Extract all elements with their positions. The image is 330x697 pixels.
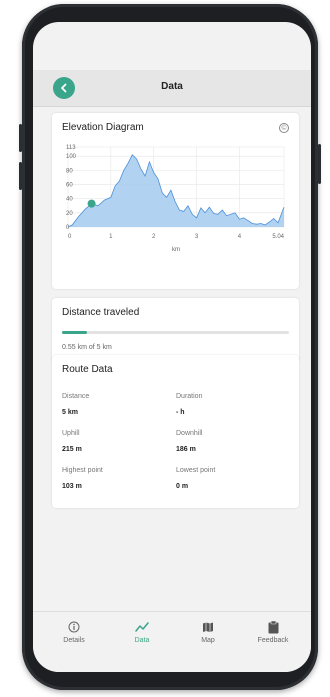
elevation-card: Elevation Diagram © 0 20 40 60 80 100 113 0123… (52, 113, 299, 289)
uphill-value: 215 m (62, 446, 82, 453)
help-circle-icon[interactable]: © (279, 123, 289, 133)
volume-down-button (19, 162, 22, 190)
duration-label: Duration (176, 393, 203, 400)
y-tick-label: 80 (66, 168, 73, 174)
nav-label-data: Data (134, 637, 150, 644)
distance-progress-text: 0.55 km of 5 km (62, 344, 112, 351)
nav-item-data[interactable]: Data (117, 620, 167, 644)
y-tick-label: 113 (66, 145, 76, 151)
nav-label-feedback: Feedback (257, 637, 289, 644)
nav-label-details: Details (63, 637, 85, 644)
duration-value: - h (176, 409, 185, 416)
info-icon (68, 621, 80, 633)
route-data-title: Route Data (62, 364, 113, 375)
x-tick-label: 4 (238, 234, 242, 240)
clipboard-icon (268, 620, 278, 633)
x-tick-label: 1 (109, 234, 113, 240)
y-tick-label: 60 (66, 183, 73, 189)
x-tick-label: 2 (152, 234, 156, 240)
distance-label: Distance (62, 393, 90, 400)
route-data-card: Route Data Distance 5 km Duration - h Up… (52, 355, 299, 508)
uphill-label: Uphill (62, 430, 80, 437)
volume-up-button (19, 124, 22, 152)
distance-progress-bar (62, 331, 289, 334)
elevation-title: Elevation Diagram (62, 122, 144, 133)
page-title: Data (161, 81, 183, 92)
x-axis-label: km (172, 247, 180, 253)
elevation-area (68, 154, 284, 227)
downhill-value: 186 m (176, 446, 196, 453)
downhill-label: Downhill (176, 430, 203, 437)
highest-point-value: 103 m (62, 483, 82, 490)
distance-title: Distance traveled (62, 307, 140, 318)
position-marker (87, 199, 96, 208)
lowest-point-value: 0 m (176, 483, 189, 490)
chart-line-icon (135, 622, 149, 632)
nav-label-map: Map (201, 637, 215, 644)
map-icon (203, 622, 213, 632)
y-tick-label: 100 (66, 154, 77, 160)
power-button (318, 144, 321, 184)
lowest-point-label: Lowest point (176, 467, 216, 474)
nav-item-details[interactable]: Details (49, 620, 99, 644)
app-screen: Data Elevation Diagram © 0 20 40 60 80 100 113… (33, 22, 311, 672)
x-tick-label: 5.04 (272, 234, 284, 240)
highest-point-label: Highest point (62, 467, 103, 474)
bottom-navigation: Details Data Map Feedback (33, 611, 311, 672)
distance-value: 5 km (62, 409, 78, 416)
distance-card: Distance traveled 0.55 km of 5 km (52, 298, 299, 363)
nav-item-feedback[interactable]: Feedback (248, 620, 298, 644)
distance-progress-fill (62, 331, 87, 334)
nav-item-map[interactable]: Map (183, 620, 233, 644)
y-tick-label: 40 (66, 197, 73, 203)
elevation-chart: 020406080100113 0 1 2 3 4 5.04 km (66, 145, 285, 253)
y-tick-label: 20 (66, 211, 73, 217)
x-tick-label: 0 (68, 234, 72, 240)
x-tick-label: 3 (195, 234, 199, 240)
app-bar: Data (33, 70, 311, 107)
